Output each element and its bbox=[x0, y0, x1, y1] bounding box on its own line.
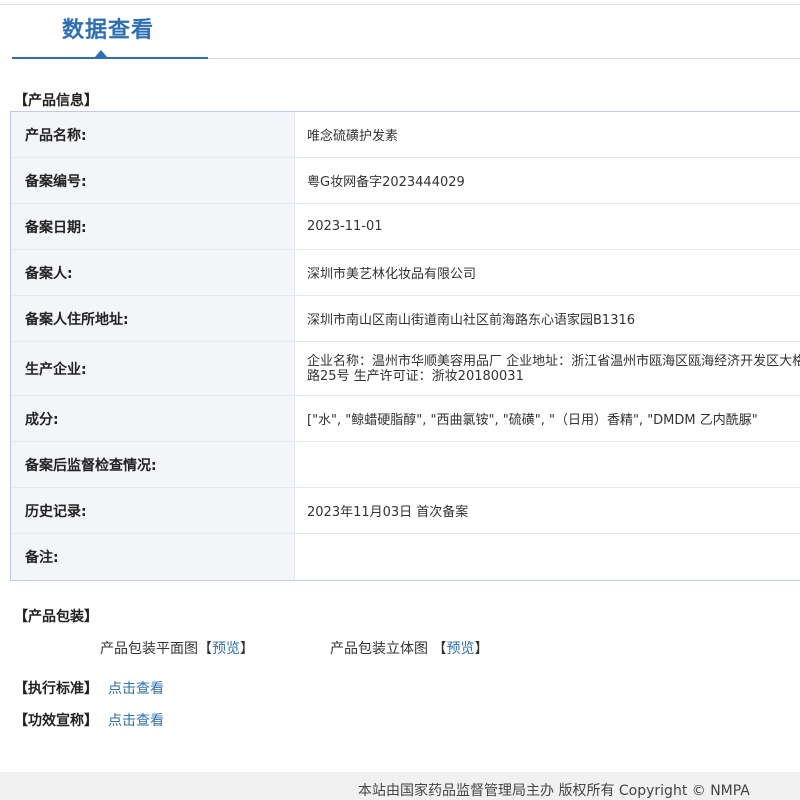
post-filing-inspection-value bbox=[295, 442, 800, 487]
remarks-label: 备注: bbox=[11, 534, 295, 580]
table-row: 产品名称: 唯念硫磺护发素 bbox=[11, 112, 800, 158]
footer: 本站由国家药品监督管理局主办 版权所有 Copyright © NMPA bbox=[0, 772, 800, 800]
standard-row: 【执行标准】 点击查看 bbox=[14, 678, 164, 698]
post-filing-inspection-label: 备案后监督检查情况: bbox=[11, 442, 295, 487]
filing-number-label: 备案编号: bbox=[11, 158, 295, 203]
bracket-close: 】 bbox=[240, 641, 254, 657]
tab-divider bbox=[208, 58, 800, 59]
tab-bar: 数据查看 bbox=[12, 0, 800, 62]
manufacturer-value: 企业名称：温州市华顺美容用品厂 企业地址：浙江省温州市瓯海区瓯海经济开发区大格路… bbox=[295, 342, 800, 395]
packaging-flat-item: 产品包装平面图【预览】 bbox=[100, 638, 254, 658]
bracket-open: 【 bbox=[432, 641, 447, 657]
packaging-solid-preview-link[interactable]: 预览 bbox=[446, 641, 474, 657]
tab-data-view[interactable]: 数据查看 bbox=[62, 12, 154, 44]
active-tab-underline bbox=[12, 57, 208, 59]
table-row: 备案人住所地址: 深圳市南山区南山街道南山社区前海路东心语家园B1316 bbox=[11, 296, 800, 342]
remarks-value bbox=[295, 534, 800, 580]
table-row: 生产企业: 企业名称：温州市华顺美容用品厂 企业地址：浙江省温州市瓯海区瓯海经济… bbox=[11, 342, 800, 396]
manufacturer-label: 生产企业: bbox=[11, 342, 295, 395]
packaging-title: 【产品包装】 bbox=[14, 609, 98, 625]
table-row: 成分: ["水", "鲸蜡硬脂醇", "西曲氯铵", "硫磺", "（日用）香精… bbox=[11, 396, 800, 442]
product-name-label: 产品名称: bbox=[11, 112, 295, 157]
product-info-table: 产品名称: 唯念硫磺护发素 备案编号: 粤G妆网备字2023444029 备案日… bbox=[10, 111, 800, 581]
history-label: 历史记录: bbox=[11, 488, 295, 533]
packaging-solid-item: 产品包装立体图 【预览】 bbox=[330, 638, 488, 658]
manufacturer-text: 企业名称：温州市华顺美容用品厂 企业地址：浙江省温州市瓯海区瓯海经济开发区大格路… bbox=[307, 353, 800, 384]
packaging-flat-label: 产品包装平面图 bbox=[100, 641, 198, 657]
table-row: 备注: bbox=[11, 534, 800, 580]
history-value: 2023年11月03日 首次备案 bbox=[307, 505, 469, 520]
standard-view-link[interactable]: 点击查看 bbox=[108, 681, 164, 697]
product-name-value: 唯念硫磺护发素 bbox=[307, 129, 399, 144]
active-tab-caret-icon bbox=[95, 50, 107, 57]
bracket-close: 】 bbox=[474, 641, 489, 657]
packaging-flat-preview-link[interactable]: 预览 bbox=[212, 641, 240, 657]
filer-address-label: 备案人住所地址: bbox=[11, 296, 295, 341]
standard-label: 【执行标准】 bbox=[14, 681, 98, 697]
table-row: 历史记录: 2023年11月03日 首次备案 bbox=[11, 488, 800, 534]
efficacy-label: 【功效宣称】 bbox=[14, 713, 98, 729]
bracket-open: 【 bbox=[198, 641, 212, 657]
filer-value: 深圳市美艺林化妆品有限公司 bbox=[307, 267, 477, 282]
filing-number-value: 粤G妆网备字2023444029 bbox=[307, 175, 465, 190]
table-row: 备案后监督检查情况: bbox=[11, 442, 800, 488]
footer-copyright: 本站由国家药品监督管理局主办 版权所有 Copyright © NMPA bbox=[358, 783, 750, 799]
table-row: 备案编号: 粤G妆网备字2023444029 bbox=[11, 158, 800, 204]
efficacy-row: 【功效宣称】 点击查看 bbox=[14, 710, 164, 730]
ingredients-value: ["水", "鲸蜡硬脂醇", "西曲氯铵", "硫磺", "（日用）香精", "… bbox=[307, 413, 758, 428]
filer-label: 备案人: bbox=[11, 250, 295, 295]
packaging-solid-label: 产品包装立体图 bbox=[330, 641, 428, 657]
filing-date-value: 2023-11-01 bbox=[307, 219, 383, 234]
table-row: 备案人: 深圳市美艺林化妆品有限公司 bbox=[11, 250, 800, 296]
filer-address-value: 深圳市南山区南山街道南山社区前海路东心语家园B1316 bbox=[307, 313, 636, 328]
ingredients-label: 成分: bbox=[11, 396, 295, 441]
efficacy-view-link[interactable]: 点击查看 bbox=[108, 713, 164, 729]
product-info-title: 【产品信息】 bbox=[14, 93, 98, 109]
filing-date-label: 备案日期: bbox=[11, 204, 295, 249]
table-row: 备案日期: 2023-11-01 bbox=[11, 204, 800, 250]
